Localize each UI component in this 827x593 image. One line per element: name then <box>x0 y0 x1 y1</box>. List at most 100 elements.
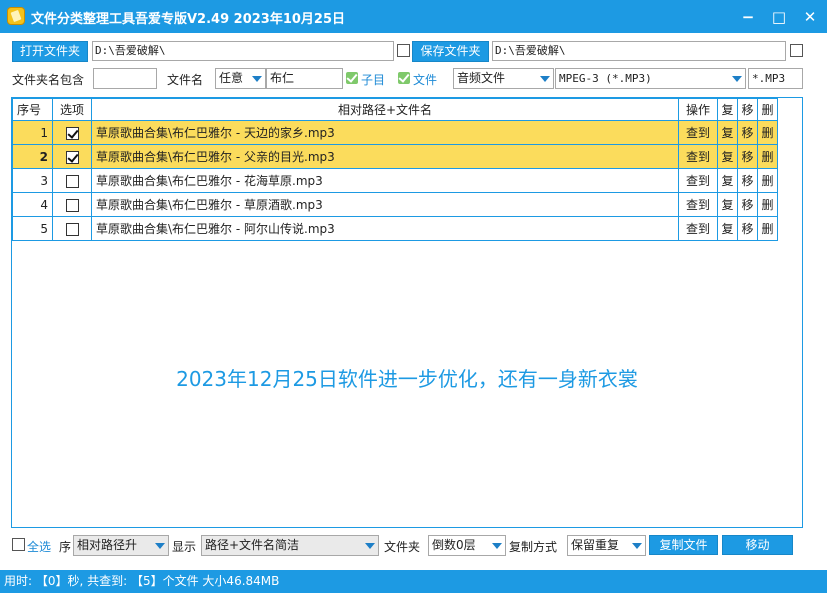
header-option[interactable]: 选项 <box>52 98 92 121</box>
row-checkbox[interactable] <box>52 120 92 145</box>
row-copy-button[interactable]: 复 <box>717 144 738 169</box>
row-number: 5 <box>12 216 53 241</box>
row-number: 4 <box>12 192 53 217</box>
app-icon <box>7 7 25 25</box>
file-checkbox[interactable] <box>398 72 410 84</box>
open-folder-checkbox[interactable] <box>397 44 410 57</box>
unchecked-checkbox-icon[interactable] <box>65 174 79 188</box>
row-delete-button[interactable]: 删 <box>757 168 778 193</box>
status-bar: 用时: 【0】秒, 共查到: 【5】个文件 大小46.84MB <box>0 570 827 593</box>
copy-mode-select[interactable]: 保留重复 <box>567 535 646 556</box>
extension-input[interactable]: *.MP3 <box>748 68 803 89</box>
format-select[interactable]: MPEG-3 (*.MP3) <box>555 68 746 89</box>
open-folder-button[interactable]: 打开文件夹 <box>12 41 88 62</box>
folder-contains-input[interactable] <box>93 68 157 89</box>
row-copy-button[interactable]: 复 <box>717 168 738 193</box>
row-number: 3 <box>12 168 53 193</box>
row-delete-button[interactable]: 删 <box>757 216 778 241</box>
table-row[interactable]: 1 草原歌曲合集\布仁巴雅尔 - 天边的家乡.mp3 查到复移删 <box>12 120 778 145</box>
row-path: 草原歌曲合集\布仁巴雅尔 - 父亲的目光.mp3 <box>91 144 679 169</box>
row-move-button[interactable]: 移 <box>737 120 758 145</box>
row-move-button[interactable]: 移 <box>737 192 758 217</box>
display-select[interactable]: 路径+文件名简洁 <box>201 535 379 556</box>
chevron-down-icon <box>732 76 742 82</box>
copy-mode-value: 保留重复 <box>571 538 620 552</box>
checked-checkbox-icon[interactable] <box>65 126 79 140</box>
row-action-button[interactable]: 查到 <box>678 192 718 217</box>
folder-level-value: 倒数0层 <box>432 538 476 552</box>
chevron-down-icon <box>365 543 375 549</box>
header-delete[interactable]: 删 <box>757 98 778 121</box>
table-row[interactable]: 2 草原歌曲合集\布仁巴雅尔 - 父亲的目光.mp3 查到复移删 <box>12 144 778 169</box>
row-action-button[interactable]: 查到 <box>678 144 718 169</box>
file-table: 序号 选项 相对路径+文件名 操作 复 移 删 1 草原歌曲合集\布仁巴雅尔 - … <box>12 98 778 241</box>
row-delete-button[interactable]: 删 <box>757 120 778 145</box>
save-folder-path-input[interactable]: D:\吾爱破解\ <box>492 41 786 61</box>
file-label: 文件 <box>413 73 438 87</box>
row-action-button[interactable]: 查到 <box>678 120 718 145</box>
header-move[interactable]: 移 <box>737 98 758 121</box>
copy-files-button[interactable]: 复制文件 <box>649 535 718 555</box>
row-delete-button[interactable]: 删 <box>757 192 778 217</box>
row-copy-button[interactable]: 复 <box>717 216 738 241</box>
select-all-checkbox[interactable] <box>12 538 25 551</box>
row-checkbox[interactable] <box>52 144 92 169</box>
table-row[interactable]: 4 草原歌曲合集\布仁巴雅尔 - 草原酒歌.mp3 查到复移删 <box>12 192 778 217</box>
unchecked-checkbox-icon[interactable] <box>65 222 79 236</box>
filename-input[interactable]: 布仁 <box>266 68 343 89</box>
folder-level-label: 文件夹 <box>384 540 421 554</box>
watermark-text: 2023年12月25日软件进一步优化，还有一身新衣裳 <box>176 367 638 391</box>
row-path: 草原歌曲合集\布仁巴雅尔 - 草原酒歌.mp3 <box>91 192 679 217</box>
checked-checkbox-icon[interactable] <box>65 150 79 164</box>
row-checkbox[interactable] <box>52 168 92 193</box>
unchecked-checkbox-icon[interactable] <box>65 198 79 212</box>
filetype-select[interactable]: 音频文件 <box>453 68 554 89</box>
copy-mode-label: 复制方式 <box>509 540 558 554</box>
chevron-down-icon <box>540 76 550 82</box>
folder-level-select[interactable]: 倒数0层 <box>428 535 506 556</box>
minimize-button[interactable]: − <box>738 7 758 27</box>
table-header-row: 序号 选项 相对路径+文件名 操作 复 移 删 <box>12 98 778 121</box>
filename-mode-value: 任意 <box>219 71 244 85</box>
display-value: 路径+文件名简洁 <box>205 538 300 552</box>
save-folder-checkbox[interactable] <box>790 44 803 57</box>
title-bar: 文件分类整理工具吾爱专版V2.49 2023年10月25日 − □ ✕ <box>0 0 827 33</box>
table-row[interactable]: 5 草原歌曲合集\布仁巴雅尔 - 阿尔山传说.mp3 查到复移删 <box>12 216 778 241</box>
row-delete-button[interactable]: 删 <box>757 144 778 169</box>
table-row[interactable]: 3 草原歌曲合集\布仁巴雅尔 - 花海草原.mp3 查到复移删 <box>12 168 778 193</box>
header-copy[interactable]: 复 <box>717 98 738 121</box>
row-number: 2 <box>12 144 53 169</box>
sort-value: 相对路径升 <box>77 538 138 552</box>
save-folder-button[interactable]: 保存文件夹 <box>412 41 489 62</box>
subdir-checkbox[interactable] <box>346 72 358 84</box>
close-button[interactable]: ✕ <box>800 7 820 27</box>
display-label: 显示 <box>172 540 197 554</box>
row-path: 草原歌曲合集\布仁巴雅尔 - 阿尔山传说.mp3 <box>91 216 679 241</box>
row-move-button[interactable]: 移 <box>737 216 758 241</box>
row-copy-button[interactable]: 复 <box>717 192 738 217</box>
row-checkbox[interactable] <box>52 216 92 241</box>
maximize-button[interactable]: □ <box>769 7 789 27</box>
row-checkbox[interactable] <box>52 192 92 217</box>
move-button[interactable]: 移动 <box>722 535 793 555</box>
row-move-button[interactable]: 移 <box>737 168 758 193</box>
row-path: 草原歌曲合集\布仁巴雅尔 - 花海草原.mp3 <box>91 168 679 193</box>
chevron-down-icon <box>492 543 502 549</box>
header-path[interactable]: 相对路径+文件名 <box>91 98 679 121</box>
select-all-label[interactable]: 全选 <box>27 538 51 555</box>
row-number: 1 <box>12 120 53 145</box>
header-no[interactable]: 序号 <box>12 98 53 121</box>
row-move-button[interactable]: 移 <box>737 144 758 169</box>
chevron-down-icon <box>252 76 262 82</box>
header-action[interactable]: 操作 <box>678 98 718 121</box>
row-action-button[interactable]: 查到 <box>678 168 718 193</box>
sort-select[interactable]: 相对路径升 <box>73 535 169 556</box>
open-folder-path-input[interactable]: D:\吾爱破解\ <box>92 41 394 61</box>
row-action-button[interactable]: 查到 <box>678 216 718 241</box>
row-path: 草原歌曲合集\布仁巴雅尔 - 天边的家乡.mp3 <box>91 120 679 145</box>
row-copy-button[interactable]: 复 <box>717 120 738 145</box>
chevron-down-icon <box>155 543 165 549</box>
filename-label: 文件名 <box>167 73 204 87</box>
chevron-down-icon <box>632 543 642 549</box>
filename-mode-select[interactable]: 任意 <box>215 68 266 89</box>
